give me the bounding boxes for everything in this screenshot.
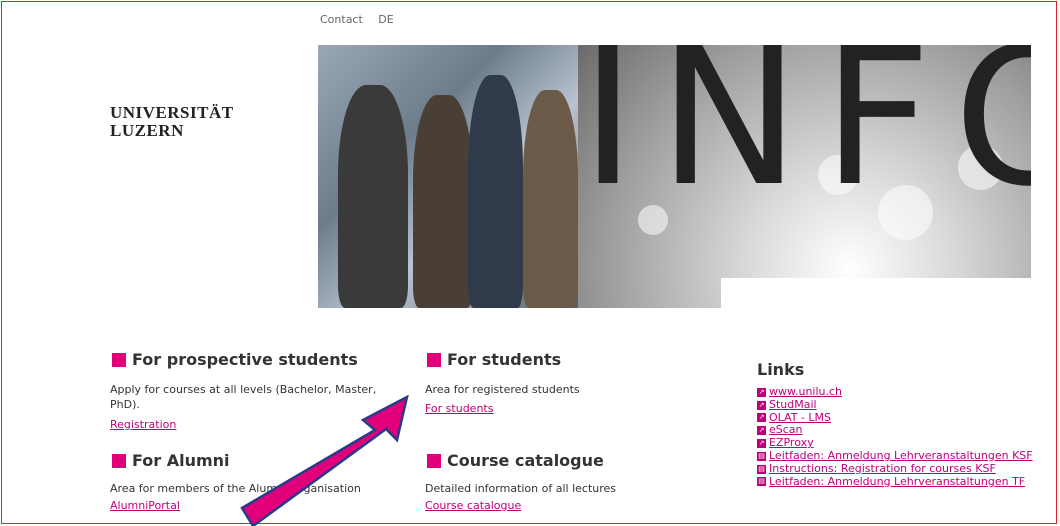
annotation-arrow-icon <box>240 394 409 526</box>
